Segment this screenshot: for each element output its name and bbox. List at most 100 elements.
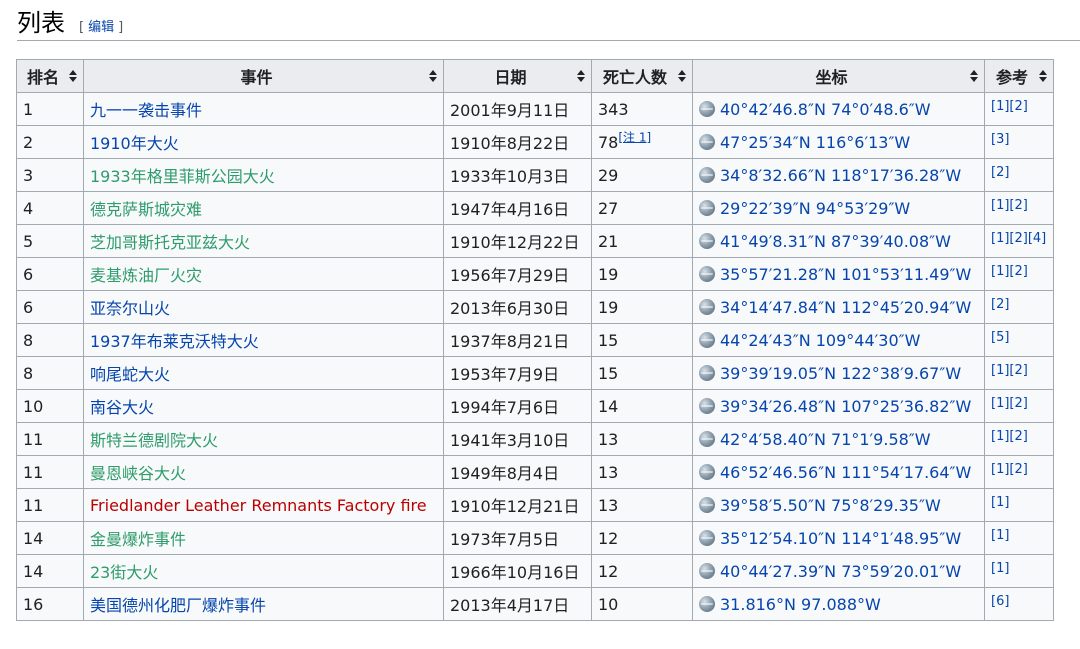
reference-link[interactable]: [2] [1009,198,1027,213]
globe-icon[interactable] [699,364,715,381]
coordinates-link[interactable]: 44°24′43″N 109°44′30″W [720,331,920,350]
reference-link[interactable]: [1] [991,198,1009,213]
coordinates-cell: 46°52′46.56″N 111°54′17.64″W [692,455,985,489]
globe-icon[interactable] [699,529,715,546]
globe-icon[interactable] [699,496,715,513]
event-link[interactable]: 曼恩峡谷大火 [90,464,186,483]
reference-link[interactable]: [1] [991,429,1009,444]
coordinates-link[interactable]: 42°4′58.40″N 71°1′9.58″W [720,430,931,449]
event-link[interactable]: 响尾蛇大火 [90,365,170,384]
deaths-value: 15 [598,330,619,350]
coordinates-cell: 39°39′19.05″N 122°38′9.67″W [692,356,985,390]
globe-icon[interactable] [699,100,715,117]
column-header-coordinates[interactable]: 坐标 [692,59,985,93]
coordinates-link[interactable]: 34°14′47.84″N 112°45′20.94″W [720,298,971,317]
sort-arrows-icon[interactable] [1039,70,1047,82]
sort-arrows-icon[interactable] [429,70,437,82]
reference-link[interactable]: [2] [1009,462,1027,477]
reference-link[interactable]: [1] [991,396,1009,411]
coordinates-link[interactable]: 40°42′46.8″N 74°0′48.6″W [720,100,931,119]
sort-arrows-icon[interactable] [69,70,77,82]
reference-link[interactable]: [5] [991,330,1009,345]
edit-link[interactable]: 编辑 [88,20,114,35]
reference-link[interactable]: [2] [1009,363,1027,378]
note-link[interactable]: [注 1] [618,130,651,144]
globe-icon[interactable] [699,397,715,414]
column-header-rank[interactable]: 排名 [16,59,84,93]
coordinates-link[interactable]: 29°22′39″N 94°53′29″W [720,199,910,218]
event-link[interactable]: 美国德州化肥厂爆炸事件 [90,596,266,615]
event-link[interactable]: 麦基炼油厂火灾 [90,266,202,285]
reference-link[interactable]: [1] [991,231,1009,246]
reference-link[interactable]: [1] [991,561,1009,576]
globe-icon[interactable] [699,265,715,282]
reference-link[interactable]: [1] [991,462,1009,477]
event-link[interactable]: 德克萨斯城灾难 [90,200,202,219]
reference-link[interactable]: [1] [991,528,1009,543]
edit-section: [编辑] [79,20,124,35]
reference-link[interactable]: [2] [1009,429,1027,444]
event-link[interactable]: 南谷大火 [90,398,154,417]
references-cell: [1] [984,521,1054,555]
rank-cell: 14 [16,521,84,555]
event-link[interactable]: 斯特兰德剧院大火 [90,431,218,450]
coordinates-link[interactable]: 41°49′8.31″N 87°39′40.08″W [720,232,951,251]
reference-link[interactable]: [3] [991,132,1009,147]
rank-cell: 11 [16,488,84,522]
event-cell: 曼恩峡谷大火 [83,455,444,489]
reference-link[interactable]: [1] [991,99,1009,114]
globe-icon[interactable] [699,430,715,447]
reference-link[interactable]: [4] [1028,231,1046,246]
coordinates-link[interactable]: 39°39′19.05″N 122°38′9.67″W [720,364,961,383]
reference-link[interactable]: [2] [991,297,1009,312]
column-header-event[interactable]: 事件 [83,59,444,93]
rank-cell: 10 [16,389,84,423]
sort-arrows-icon[interactable] [577,70,585,82]
coordinates-link[interactable]: 40°44′27.39″N 73°59′20.01″W [720,562,961,581]
references-cell: [1][2] [984,92,1054,126]
coordinates-link[interactable]: 39°58′5.50″N 75°8′29.35″W [720,496,941,515]
column-header-date[interactable]: 日期 [443,59,592,93]
coordinates-link[interactable]: 34°8′32.66″N 118°17′36.28″W [720,166,961,185]
deaths-value: 78 [598,132,619,152]
event-link[interactable]: 23街大火 [90,563,158,582]
reference-link[interactable]: [2] [991,165,1009,180]
reference-link[interactable]: [1] [991,264,1009,279]
reference-link[interactable]: [1] [991,363,1009,378]
column-header-references[interactable]: 参考 [984,59,1054,93]
globe-icon[interactable] [699,562,715,579]
event-link[interactable]: 亚奈尔山火 [90,299,170,318]
coordinates-link[interactable]: 39°34′26.48″N 107°25′36.82″W [720,397,971,416]
event-link[interactable]: 1910年大火 [90,134,179,153]
globe-icon[interactable] [699,133,715,150]
date-cell: 1947年4月16日 [443,191,592,225]
event-link[interactable]: Friedlander Leather Remnants Factory fir… [90,496,427,515]
globe-icon[interactable] [699,463,715,480]
event-link[interactable]: 1937年布莱克沃特大火 [90,332,259,351]
globe-icon[interactable] [699,199,715,216]
event-link[interactable]: 金曼爆炸事件 [90,530,186,549]
globe-icon[interactable] [699,298,715,315]
reference-link[interactable]: [2] [1009,396,1027,411]
globe-icon[interactable] [699,595,715,612]
coordinates-link[interactable]: 31.816°N 97.088°W [720,595,881,614]
reference-link[interactable]: [2] [1009,231,1027,246]
coordinates-link[interactable]: 35°57′21.28″N 101°53′11.49″W [720,265,971,284]
reference-link[interactable]: [6] [991,594,1009,609]
column-header-deaths[interactable]: 死亡人数 [591,59,693,93]
reference-link[interactable]: [2] [1009,99,1027,114]
event-link[interactable]: 1933年格里菲斯公园大火 [90,167,275,186]
reference-link[interactable]: [2] [1009,264,1027,279]
event-link[interactable]: 芝加哥斯托克亚兹大火 [90,233,250,252]
event-link[interactable]: 九一一袭击事件 [90,101,202,120]
sort-arrows-icon[interactable] [678,70,686,82]
sort-arrows-icon[interactable] [970,70,978,82]
reference-link[interactable]: [1] [991,495,1009,510]
globe-icon[interactable] [699,166,715,183]
globe-icon[interactable] [699,232,715,249]
coordinates-link[interactable]: 47°25′34″N 116°6′13″W [720,133,910,152]
coordinates-link[interactable]: 35°12′54.10″N 114°1′48.95″W [720,529,961,548]
globe-icon[interactable] [699,331,715,348]
coordinates-link[interactable]: 46°52′46.56″N 111°54′17.64″W [720,463,971,482]
rank-cell: 4 [16,191,84,225]
